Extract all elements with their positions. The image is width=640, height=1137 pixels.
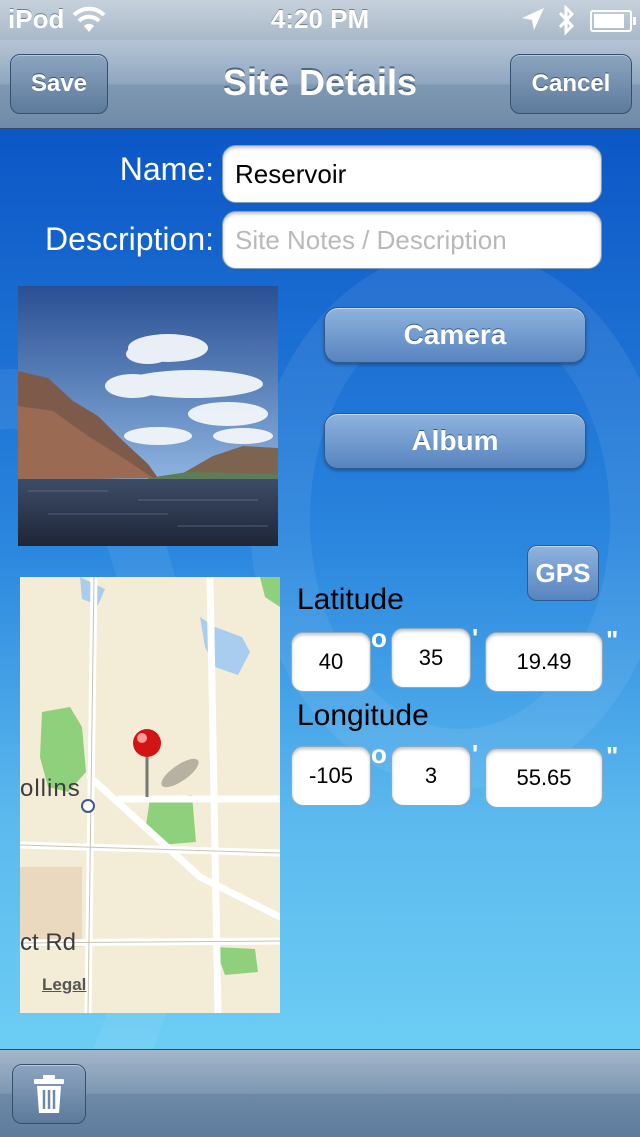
latitude-degrees-field[interactable]: 40 — [291, 632, 371, 692]
longitude-seconds-field[interactable]: 55.65 — [485, 748, 603, 808]
longitude-degrees-field[interactable]: -105 — [291, 746, 371, 806]
album-button[interactable]: Album — [324, 413, 586, 469]
site-photo — [18, 286, 278, 546]
longitude-minutes-field[interactable]: 3 — [391, 746, 471, 806]
latitude-degree-symbol: o — [371, 623, 387, 653]
map-label-road: ct Rd — [20, 929, 77, 956]
trash-icon — [33, 1075, 65, 1118]
longitude-degree-symbol: o — [371, 739, 387, 769]
longitude-label: Longitude — [297, 699, 429, 732]
description-label: Description: — [45, 221, 214, 257]
status-bar: iPod 4:20 PM — [0, 0, 640, 40]
battery-icon — [590, 10, 636, 32]
cancel-button[interactable]: Cancel — [510, 54, 632, 114]
camera-button[interactable]: Camera — [324, 307, 586, 363]
navigation-bar: Save Site Details Cancel — [0, 40, 640, 129]
longitude-second-symbol: " — [606, 741, 619, 771]
latitude-second-symbol: " — [606, 625, 619, 655]
map-label-city: ollins — [20, 775, 81, 802]
description-field[interactable]: Site Notes / Description — [222, 211, 602, 269]
longitude-minute-symbol: ' — [472, 739, 479, 769]
map-view[interactable]: ollins ct Rd Legal — [20, 577, 280, 1013]
delete-button[interactable] — [12, 1064, 86, 1124]
content-area: Name: Reservoir Description: Site Notes … — [0, 129, 640, 1049]
gps-button[interactable]: GPS — [527, 545, 599, 601]
latitude-minute-symbol: ' — [472, 623, 479, 653]
latitude-seconds-field[interactable]: 19.49 — [485, 632, 603, 692]
bottom-toolbar — [0, 1049, 640, 1137]
map-legal-link[interactable]: Legal — [42, 975, 86, 995]
latitude-minutes-field[interactable]: 35 — [391, 628, 471, 688]
bluetooth-icon — [556, 4, 576, 41]
name-label: Name: — [119, 151, 214, 187]
location-arrow-icon — [520, 6, 546, 37]
name-field[interactable]: Reservoir — [222, 145, 602, 203]
latitude-label: Latitude — [297, 583, 404, 616]
